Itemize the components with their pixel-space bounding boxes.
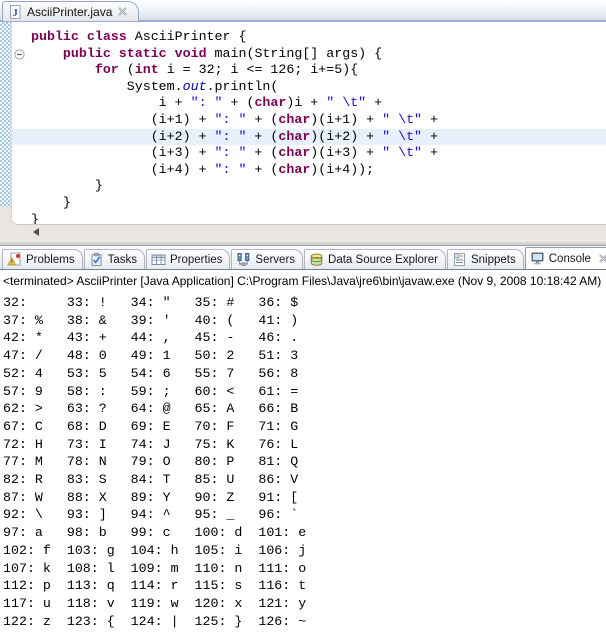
- code-line[interactable]: (i+1) + ": " + (char)(i+1) + " \t" +: [12, 112, 606, 129]
- view-tab-console[interactable]: Console: [525, 247, 606, 269]
- view-tab-servers[interactable]: Servers: [231, 249, 303, 269]
- code-line[interactable]: System.out.println(: [12, 79, 606, 96]
- code-line[interactable]: }: [12, 178, 606, 195]
- view-tab-label: Tasks: [108, 254, 137, 266]
- console-line: 77: M 78: N 79: O 80: P 81: Q: [3, 453, 606, 471]
- servers-icon: [236, 252, 251, 267]
- console-line: 112: p 113: q 114: r 115: s 116: t: [3, 577, 606, 595]
- view-tab-snippets[interactable]: Snippets: [447, 249, 524, 269]
- java-file-icon: J: [8, 5, 22, 19]
- console-line: 32: 33: ! 34: " 35: # 36: $: [3, 294, 606, 312]
- view-tab-label: Console: [549, 253, 591, 265]
- view-tab-label: Properties: [170, 254, 222, 266]
- console-line: 97: a 98: b 99: c 100: d 101: e: [3, 524, 606, 542]
- view-tab-properties[interactable]: Properties: [146, 249, 230, 269]
- data-source-explorer-icon: [309, 252, 324, 267]
- console-line: 107: k 108: l 109: m 110: n 111: o: [3, 560, 606, 578]
- bottom-tabs: Problems Tasks Properties Servers Data Sourc…: [2, 247, 606, 269]
- bottom-view-tab-bar: Problems Tasks Properties Servers Data Sourc…: [0, 245, 606, 270]
- view-tab-label: Snippets: [471, 254, 516, 266]
- code-line-current[interactable]: (i+2) + ": " + (char)(i+2) + " \t" +: [12, 129, 606, 146]
- console-line: 87: W 88: X 89: Y 90: Z 91: [: [3, 489, 606, 507]
- console-line: 52: 4 53: 5 54: 6 55: 7 56: 8: [3, 365, 606, 383]
- console-tab-close-icon[interactable]: [598, 253, 606, 264]
- editor-tab-close-icon[interactable]: [117, 6, 128, 17]
- view-tab-data-source-explorer[interactable]: Data Source Explorer: [304, 249, 446, 269]
- console-line: 102: f 103: g 104: h 105: i 106: j: [3, 542, 606, 560]
- view-tab-label: Data Source Explorer: [328, 254, 438, 266]
- code-line[interactable]: for (int i = 32; i <= 126; i+=5){: [12, 62, 606, 79]
- console-line: 67: C 68: D 69: E 70: F 71: G: [3, 418, 606, 436]
- console-line: 122: z 123: { 124: | 125: } 126: ~: [3, 613, 606, 631]
- view-tab-label: Servers: [255, 254, 295, 266]
- view-tab-problems[interactable]: Problems: [2, 249, 83, 269]
- code-line[interactable]: }: [12, 212, 606, 225]
- code-line[interactable]: public class AsciiPrinter {: [12, 29, 606, 46]
- console-line: 47: / 48: 0 49: 1 50: 2 51: 3: [3, 347, 606, 365]
- console-line: 117: u 118: v 119: w 120: x 121: y: [3, 595, 606, 613]
- editor-region: public class AsciiPrinter { public stati…: [0, 22, 606, 245]
- code-line[interactable]: public static void main(String[] args) {: [12, 46, 606, 63]
- code-lines: public class AsciiPrinter { public stati…: [12, 29, 606, 225]
- svg-text:J: J: [13, 8, 18, 19]
- code-line[interactable]: }: [12, 195, 606, 212]
- problems-icon: [7, 252, 22, 267]
- console-line: 37: % 38: & 39: ' 40: ( 41: ): [3, 312, 606, 330]
- console-line: 82: R 83: S 84: T 85: U 86: V: [3, 471, 606, 489]
- code-editor[interactable]: public class AsciiPrinter { public stati…: [11, 22, 606, 225]
- console-output[interactable]: 32: 33: ! 34: " 35: # 36: $37: % 38: & 3…: [0, 292, 606, 641]
- tasks-icon: [89, 252, 104, 267]
- editor-tab-title: AsciiPrinter.java: [27, 5, 112, 19]
- eclipse-workbench: { "colors": { "keyword": "#7F0055", "str…: [0, 0, 606, 641]
- view-tab-tasks[interactable]: Tasks: [84, 249, 145, 269]
- console-line: 57: 9 58: : 59: ; 60: < 61: =: [3, 383, 606, 401]
- scroll-left-arrow-icon[interactable]: [33, 228, 39, 236]
- code-line[interactable]: (i+3) + ": " + (char)(i+3) + " \t" +: [12, 145, 606, 162]
- code-line[interactable]: i + ": " + (char)i + " \t" +: [12, 95, 606, 112]
- console-launch-status: <terminated> AsciiPrinter [Java Applicat…: [0, 270, 606, 292]
- code-line[interactable]: (i+4) + ": " + (char)(i+4));: [12, 162, 606, 179]
- properties-icon: [151, 252, 166, 267]
- editor-tab-bar: J AsciiPrinter.java: [0, 0, 606, 22]
- workbench-sash-hatch: [0, 22, 11, 207]
- snippets-icon: [452, 252, 467, 267]
- console-line: 72: H 73: I 74: J 75: K 76: L: [3, 436, 606, 454]
- console-line: 42: * 43: + 44: , 45: - 46: .: [3, 329, 606, 347]
- console-icon: [530, 251, 545, 266]
- editor-tab-asciiprinter[interactable]: J AsciiPrinter.java: [2, 1, 139, 21]
- console-line: 92: \ 93: ] 94: ^ 95: _ 96: `: [3, 506, 606, 524]
- view-tab-label: Problems: [26, 254, 75, 266]
- console-line: 62: > 63: ? 64: @ 65: A 66: B: [3, 400, 606, 418]
